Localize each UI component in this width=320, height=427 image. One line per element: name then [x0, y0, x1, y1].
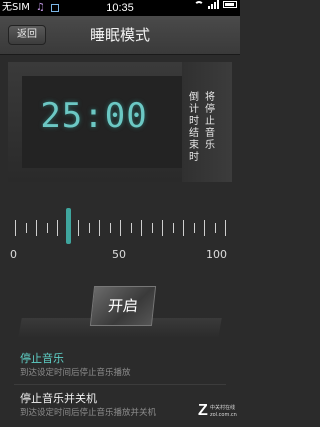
title-bar: 返回 睡眠模式	[0, 16, 240, 55]
slider-tick	[141, 220, 142, 236]
option-title: 停止音乐	[20, 352, 64, 365]
zol-watermark: Z 中关村在线 zol.com.cn	[198, 403, 238, 423]
start-button[interactable]: 开启	[89, 286, 157, 326]
slider-tick	[214, 223, 216, 233]
slider-scale	[12, 218, 228, 238]
slider-tick	[99, 220, 100, 236]
option-description: 到达设定时间后停止音乐播放并关机	[20, 408, 157, 418]
slider-tick	[193, 223, 195, 233]
watermark-url: zol.com.cn	[210, 412, 237, 418]
wifi-icon	[194, 0, 204, 9]
slider-tick	[225, 220, 226, 236]
slider-tick	[162, 220, 163, 236]
watermark-cn: 中关村在线	[210, 405, 236, 411]
option-title: 停止音乐并关机	[20, 392, 97, 405]
slider-tick	[78, 220, 79, 236]
slider-tick	[109, 223, 111, 233]
divider	[14, 384, 226, 385]
timer-caption-line1: 倒计时结束时	[189, 92, 199, 163]
slider-tick	[183, 220, 184, 236]
signal-icon	[208, 0, 219, 9]
slider-tick	[120, 220, 121, 236]
time-slider[interactable]	[12, 208, 228, 248]
countdown-display: 25:00	[40, 96, 148, 136]
slider-tick	[204, 220, 205, 236]
slider-tick	[15, 220, 16, 236]
zol-logo-icon: Z	[198, 402, 208, 419]
scale-label-max: 100	[206, 248, 227, 261]
slider-tick	[25, 223, 27, 233]
slider-tick	[88, 223, 90, 233]
slider-tick	[151, 223, 153, 233]
status-bar: 无SIM ♫ 10:35	[0, 0, 240, 16]
slider-tick	[130, 223, 132, 233]
scale-label-min: 0	[10, 248, 17, 261]
scale-label-mid: 50	[112, 248, 126, 261]
option-stop-music[interactable]: 停止音乐 到达设定时间后停止音乐播放	[20, 352, 220, 379]
slider-tick	[46, 223, 48, 233]
timer-panel: 25:00 倒计时结束时 将停止音乐	[8, 62, 232, 182]
slider-tick	[57, 220, 58, 236]
battery-icon	[223, 1, 237, 8]
slider-tick	[172, 223, 174, 233]
timer-caption-line2: 将停止音乐	[205, 92, 215, 151]
option-stop-music-shutdown[interactable]: 停止音乐并关机 到达设定时间后停止音乐播放并关机	[20, 392, 220, 419]
back-button[interactable]: 返回	[8, 25, 46, 45]
slider-thumb[interactable]	[65, 208, 71, 244]
slider-tick	[36, 220, 37, 236]
option-description: 到达设定时间后停止音乐播放	[20, 368, 131, 378]
